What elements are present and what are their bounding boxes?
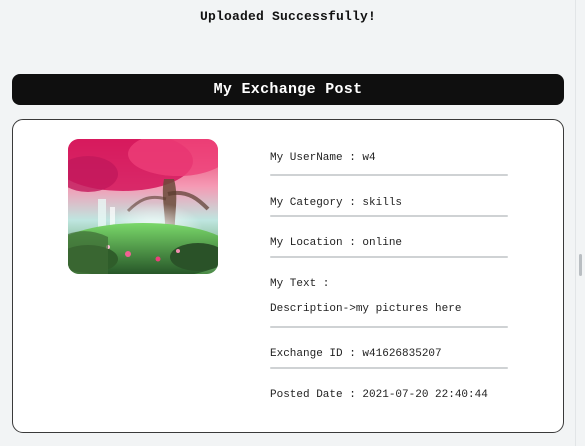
divider <box>270 326 508 328</box>
divider <box>270 215 508 217</box>
post-image[interactable] <box>68 139 218 274</box>
page: Uploaded Successfully! My Exchange Post <box>0 0 585 446</box>
vertical-scrollbar[interactable] <box>575 0 585 446</box>
section-title: My Exchange Post <box>213 81 363 98</box>
exchange-id-field: Exchange ID : w41626835207 <box>270 348 442 360</box>
location-field: My Location : online <box>270 237 403 249</box>
description-text: Description->my pictures here <box>270 303 462 315</box>
username-field: My UserName : w4 <box>270 152 376 164</box>
category-field: My Category : skills <box>270 197 403 209</box>
section-header: My Exchange Post <box>12 74 564 105</box>
divider <box>270 256 508 258</box>
post-image-artwork <box>68 139 218 274</box>
exchange-post-card: My UserName : w4 My Category : skills My… <box>12 119 564 433</box>
divider <box>270 174 508 176</box>
scrollbar-thumb[interactable] <box>579 254 582 276</box>
posted-date-field: Posted Date : 2021-07-20 22:40:44 <box>270 389 488 401</box>
divider <box>270 367 508 369</box>
upload-success-message: Uploaded Successfully! <box>199 9 377 24</box>
text-field-label: My Text : <box>270 278 330 290</box>
